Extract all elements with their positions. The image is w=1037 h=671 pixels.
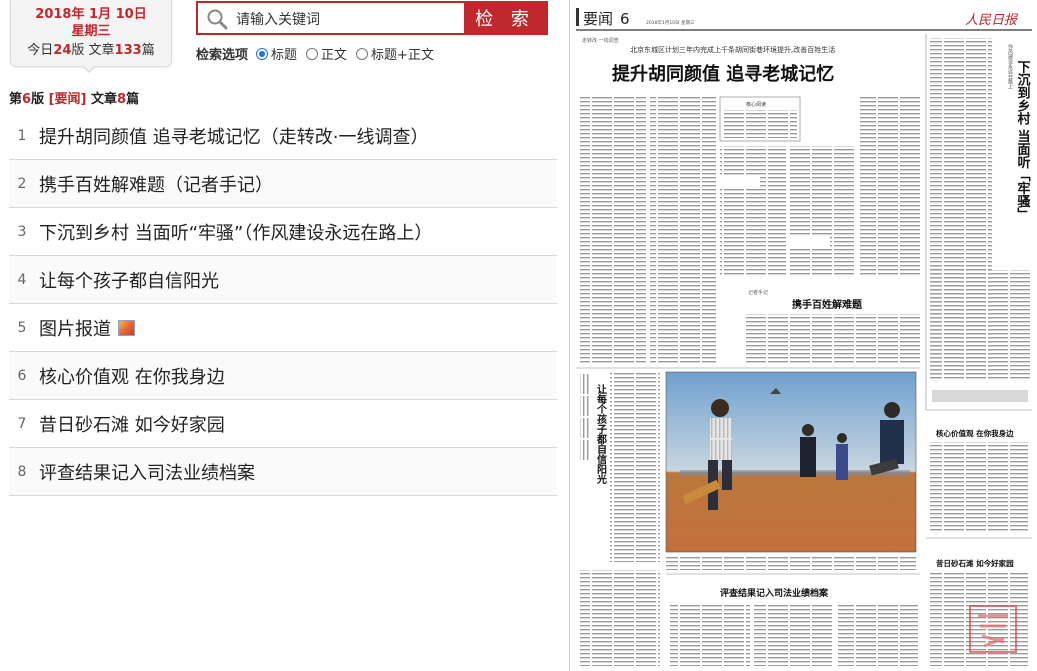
article-number: 5 bbox=[17, 319, 27, 336]
section-bar bbox=[576, 8, 579, 26]
weekday: 星期三 bbox=[71, 24, 111, 39]
newspaper-page-render: 要闻 6 2018年1月10日 星期三 人民日报 走转改·一线调查 北京东城区计… bbox=[576, 8, 1032, 666]
paper-masthead: 人民日报 bbox=[965, 13, 1019, 28]
radio-icon[interactable] bbox=[356, 47, 369, 60]
summary-page: 6 bbox=[22, 92, 32, 107]
notes-headline: 携手百姓解难题 bbox=[792, 298, 863, 311]
date-box: 2018年 1月 10日 星期三 今日24版 文章133篇 bbox=[10, 0, 172, 67]
article-item[interactable]: 2 携手百姓解难题（记者手记） bbox=[9, 160, 557, 208]
paper-section-label: 要闻 bbox=[583, 10, 613, 28]
search-options: 检索选项 标题 正文 标题+正文 bbox=[196, 44, 443, 63]
lead-headline: 提升胡同颜值 追寻老城记忆 bbox=[612, 63, 834, 85]
left-panel: 2018年 1月 10日 星期三 今日24版 文章133篇 检 索 检索选项 标… bbox=[0, 0, 565, 671]
page-count: 24 bbox=[53, 43, 72, 58]
lead-kicker: 走转改·一线调查 bbox=[582, 37, 619, 44]
article-item[interactable]: 3 下沉到乡村 当面听“牢骚”（作风建设永远在路上） bbox=[9, 208, 557, 256]
search-input[interactable] bbox=[234, 7, 464, 33]
article-number: 3 bbox=[17, 223, 27, 240]
radio-icon[interactable] bbox=[306, 47, 319, 60]
article-item[interactable]: 6 核心价值观 在你我身边 bbox=[9, 352, 557, 400]
search-box: 检 索 bbox=[196, 1, 548, 35]
article-number: 8 bbox=[17, 463, 27, 480]
date-day: 10 bbox=[115, 7, 134, 22]
today-stats: 今日24版 文章133篇 bbox=[27, 43, 155, 58]
paper-page-number: 6 bbox=[620, 10, 630, 28]
article-item[interactable]: 5 图片报道 bbox=[9, 304, 557, 352]
option-title-radio[interactable]: 标题 bbox=[256, 44, 297, 63]
article-item[interactable]: 1 提升胡同颜值 追寻老城记忆（走转改·一线调查） bbox=[9, 112, 557, 160]
article-number: 6 bbox=[17, 367, 27, 384]
judicial-headline: 评查结果记入司法业绩档案 bbox=[720, 587, 829, 599]
date-box-pointer bbox=[82, 65, 96, 73]
article-title[interactable]: 让每个孩子都自信阳光 bbox=[39, 267, 219, 293]
date-year: 2018 bbox=[35, 7, 72, 22]
article-title[interactable]: 核心价值观 在你我身边 bbox=[39, 363, 225, 389]
summary-count: 8 bbox=[117, 92, 127, 107]
search-icon bbox=[207, 9, 228, 30]
article-number: 1 bbox=[17, 127, 27, 144]
news-photo bbox=[665, 371, 917, 553]
article-title[interactable]: 携手百姓解难题（记者手记） bbox=[39, 171, 273, 197]
article-item[interactable]: 8 评查结果记入司法业绩档案 bbox=[9, 448, 557, 496]
core-reading-label: 核心阅读 bbox=[746, 101, 766, 108]
values-headline: 核心价值观 在你我身边 bbox=[936, 428, 1014, 438]
option-body-radio[interactable]: 正文 bbox=[306, 44, 347, 63]
children-headline: 让每个孩子都自信阳光 bbox=[595, 383, 608, 485]
summary-section[interactable]: [要闻] bbox=[49, 92, 87, 107]
article-title[interactable]: 下沉到乡村 当面听“牢骚”（作风建设永远在路上） bbox=[39, 219, 432, 245]
article-number: 7 bbox=[17, 415, 27, 432]
side-headline: 下沉到乡村 当面听「牢骚」 bbox=[1015, 60, 1031, 221]
article-number: 4 bbox=[17, 271, 27, 288]
lead-subhead: 北京东城区计划三年内完成上千条胡同街巷环境提升,改善百姓生活 bbox=[630, 45, 835, 54]
radio-checked-icon[interactable] bbox=[256, 47, 269, 60]
search-options-label: 检索选项 bbox=[196, 48, 249, 63]
paper-dateline: 2018年1月10日 星期三 bbox=[646, 19, 695, 26]
article-title[interactable]: 评查结果记入司法业绩档案 bbox=[39, 459, 255, 485]
image-icon bbox=[118, 319, 135, 336]
option-title-body-radio[interactable]: 标题+正文 bbox=[356, 44, 434, 63]
date-month: 1 bbox=[89, 7, 99, 22]
article-item[interactable]: 4 让每个孩子都自信阳光 bbox=[9, 256, 557, 304]
article-count: 133 bbox=[114, 43, 142, 58]
article-title[interactable]: 昔日砂石滩 如今好家园 bbox=[39, 411, 225, 437]
search-button[interactable]: 检 索 bbox=[464, 3, 546, 33]
side-kicker: 作风建设永远在路上 bbox=[1007, 43, 1013, 89]
home-headline: 昔日砂石滩 如今好家园 bbox=[936, 558, 1014, 568]
article-number: 2 bbox=[17, 175, 27, 192]
article-item[interactable]: 7 昔日砂石滩 如今好家园 bbox=[9, 400, 557, 448]
article-title[interactable]: 提升胡同颜值 追寻老城记忆（走转改·一线调查） bbox=[39, 123, 428, 149]
newspaper-page-image[interactable]: 要闻 6 2018年1月10日 星期三 人民日报 走转改·一线调查 北京东城区计… bbox=[569, 0, 1037, 671]
article-list: 1 提升胡同颜值 追寻老城记忆（走转改·一线调查） 2 携手百姓解难题（记者手记… bbox=[9, 112, 557, 496]
page-summary: 第6版 [要闻] 文章8篇 bbox=[9, 92, 140, 107]
date-line: 2018年 1月 10日 bbox=[35, 7, 147, 22]
article-title[interactable]: 图片报道 bbox=[39, 315, 111, 341]
notes-kicker: 记者手记 bbox=[748, 289, 768, 296]
